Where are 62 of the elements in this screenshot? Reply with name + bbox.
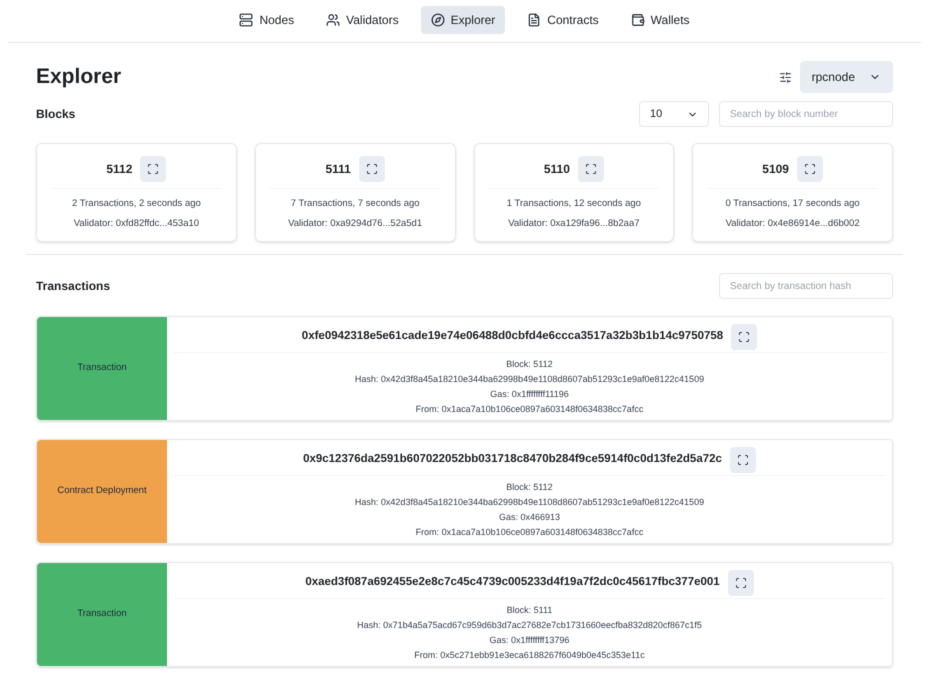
expand-button[interactable] (730, 446, 756, 472)
block-number: 5110 (544, 161, 570, 178)
transaction-type: Transaction (37, 317, 167, 420)
transaction-hash: 0xfe0942318e5e61cade19e74e06488d0cbfd4e6ccca3517a32b3b1b14c9750758 (302, 328, 724, 344)
transaction-detail: From: 0x1aca7a10b106ce0897a603148f0634838cc7afcc (416, 526, 644, 539)
compass-icon (430, 13, 445, 27)
block-summary: 0 Transactions, 17 seconds ago (726, 197, 860, 211)
nav-tab[interactable]: Explorer (420, 6, 506, 34)
block-summary: 1 Transactions, 12 seconds ago (506, 197, 641, 211)
expand-button[interactable] (728, 570, 754, 596)
section-heading: Blocks (36, 106, 76, 123)
page-title: Explorer (36, 64, 122, 90)
search-field[interactable]: Search by transaction hash (719, 273, 893, 299)
transaction-detail: Block: 5112 (506, 481, 553, 494)
expand-icon (147, 163, 160, 175)
expand-icon (584, 163, 597, 175)
expand-button[interactable] (358, 156, 385, 182)
document-icon (527, 13, 542, 27)
transaction-hash: 0xaed3f087a692455e2e8c7c45c4739c005233d4f19a7f2dc0c45617fbc377e001 (305, 574, 720, 590)
block-summary: 2 Transactions, 2 seconds ago (72, 197, 201, 211)
block-validator: Validator: 0x4e86914e...d6b002 (726, 217, 860, 232)
nav-tab[interactable]: Nodes (229, 6, 304, 34)
transaction-detail: Hash: 0x71b4a5a75acd67c959d6b3d7ac27682e7cb1731660eecfba832d820cf867c1f5 (357, 619, 702, 632)
transaction-type: Transaction (37, 563, 167, 666)
transaction-detail: Gas: 0x1ffffffff11196 (490, 388, 569, 401)
expand-icon (734, 576, 747, 588)
transaction-detail: From: 0x1aca7a10b106ce0897a603148f0634838cc7afcc (416, 403, 644, 416)
expand-icon (736, 454, 749, 466)
block-validator: Validator: 0xa9294d76...52a5d1 (288, 217, 422, 232)
search-field[interactable]: Search by block number (719, 101, 893, 127)
transaction-detail: Gas: 0x466913 (498, 511, 560, 524)
transaction-detail: Hash: 0x42d3f8a45a18210e344ba62998b49e1108d8607ab51293c1e9af0e8122c41509 (354, 496, 704, 509)
transaction-detail: Gas: 0x1ffffffff13796 (490, 634, 570, 647)
transaction-type: Contract Deployment (37, 440, 167, 543)
server-icon (239, 13, 254, 27)
nav-tab[interactable]: Validators (316, 6, 409, 34)
transaction-detail: From: 0x5c271ebb91e3eca6188267f6049b0e45c353e11c (414, 649, 645, 662)
block-summary: 7 Transactions, 7 seconds ago (290, 197, 420, 211)
nav-tab[interactable]: Wallets (620, 6, 700, 34)
expand-button[interactable] (731, 324, 758, 350)
block-number: 5111 (325, 161, 351, 178)
section-heading: Transactions (36, 278, 110, 295)
page-size-select[interactable]: 10 (639, 101, 709, 127)
users-icon (326, 13, 340, 27)
transaction-detail: Block: 5111 (506, 604, 552, 617)
expand-button[interactable] (578, 156, 604, 182)
transaction-detail: Hash: 0x42d3f8a45a18210e344ba62998b49e1108d8607ab51293c1e9af0e8122c41509 (354, 373, 704, 386)
nav-tab[interactable]: Contracts (517, 6, 609, 34)
expand-icon (738, 330, 750, 342)
expand-icon (804, 163, 816, 175)
expand-button[interactable] (796, 156, 823, 182)
block-validator: Validator: 0xa129fa96...8b2aa7 (508, 217, 640, 232)
block-number: 5112 (106, 161, 132, 178)
block-number: 5109 (762, 161, 789, 178)
block-validator: Validator: 0xfd82ffdc...453a10 (74, 217, 200, 232)
expand-button[interactable] (140, 156, 166, 182)
node-select[interactable]: rpcnode (800, 61, 893, 93)
wallet-icon (630, 13, 645, 27)
sliders-icon (778, 70, 792, 84)
transaction-hash: 0x9c12376da2591b607022052bb031718c8470b284f9ce5914f0c0d13fe2d5a72c (303, 452, 722, 467)
transaction-detail: Block: 5112 (506, 358, 553, 371)
expand-icon (366, 163, 378, 175)
